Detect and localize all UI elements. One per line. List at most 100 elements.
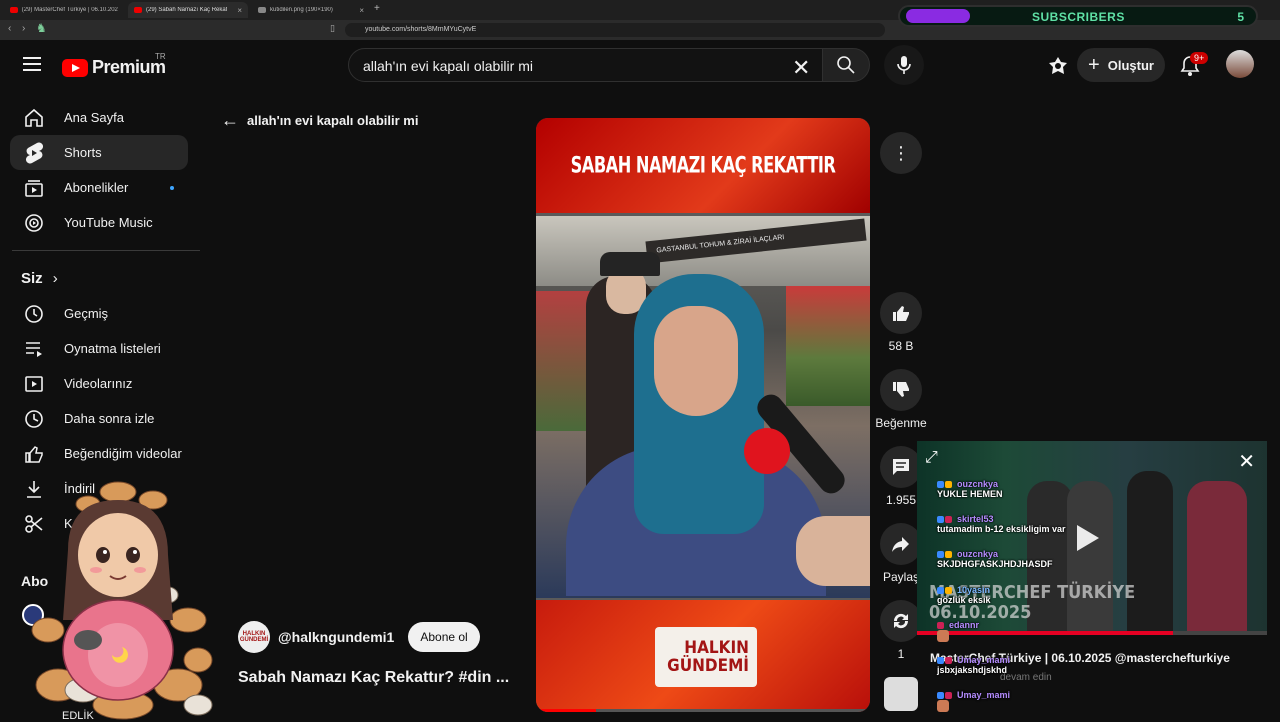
chat-message: ouzcnkya SKJDHGFASKJHDJHASDF bbox=[937, 549, 1053, 569]
sidebar-item-watch-later[interactable]: Daha sonra izle bbox=[10, 401, 188, 436]
subscriber-goal-fill bbox=[906, 9, 970, 23]
remix-button[interactable] bbox=[880, 600, 922, 642]
comments-button[interactable] bbox=[880, 446, 922, 488]
channel-brand-logo: HALKIN GÜNDEMİ bbox=[655, 627, 757, 687]
account-avatar[interactable] bbox=[1226, 50, 1254, 78]
video-progress-bar[interactable] bbox=[536, 709, 870, 712]
siz-heading[interactable]: Siz › bbox=[21, 270, 58, 287]
home-icon bbox=[22, 108, 46, 128]
subscribers-count: 5 bbox=[1237, 10, 1244, 24]
browser-tab[interactable]: kutidilen.png (190×190) × bbox=[252, 2, 370, 18]
menu-icon[interactable] bbox=[23, 53, 41, 75]
arrow-left-icon: ← bbox=[221, 110, 239, 130]
interviewer-hand bbox=[796, 516, 870, 586]
history-icon bbox=[22, 304, 46, 324]
clear-search-icon[interactable]: ✕ bbox=[792, 55, 810, 81]
dislike-button[interactable] bbox=[880, 369, 922, 411]
streamer-avatar-overlay bbox=[31, 481, 213, 720]
chat-message: edannr bbox=[937, 620, 979, 642]
chat-message: 10yasin gözlük eksik bbox=[937, 585, 991, 605]
subscriptions-icon bbox=[22, 178, 46, 198]
thumbs-up-icon bbox=[893, 306, 909, 321]
plus-icon: + bbox=[1088, 53, 1100, 76]
sidebar-item-subscriptions[interactable]: Abonelikler bbox=[10, 170, 188, 205]
video-banner: SABAH NAMAZI KAÇ REKATTIR bbox=[536, 118, 870, 213]
sidebar-item-youtube-music[interactable]: YouTube Music bbox=[10, 205, 188, 240]
close-miniplayer-icon[interactable]: ✕ bbox=[1238, 449, 1255, 474]
youtube-favicon-icon bbox=[10, 7, 18, 13]
create-shorts-icon[interactable] bbox=[1047, 55, 1069, 82]
liked-videos-icon bbox=[22, 444, 46, 464]
sidebar-item-playlists[interactable]: Oynatma listeleri bbox=[10, 331, 188, 366]
new-content-dot bbox=[170, 186, 174, 190]
voice-search-button[interactable] bbox=[884, 45, 924, 85]
search-input[interactable]: allah'ın evi kapalı olabilir mi bbox=[348, 48, 823, 82]
short-title[interactable]: Sabah Namazı Kaç Rekattır? #din ... bbox=[238, 669, 509, 687]
search-button[interactable] bbox=[822, 48, 870, 82]
close-tab-icon[interactable]: × bbox=[237, 6, 242, 15]
channel-row: HALKIN GÜNDEMİ @halkngundemi1 Abone ol bbox=[238, 621, 480, 653]
close-tab-icon[interactable]: × bbox=[359, 6, 364, 15]
youtube-logo-icon bbox=[62, 58, 88, 77]
chat-message: Umay_mami jsbxjakshdjskhd bbox=[937, 655, 1011, 675]
expand-miniplayer-icon[interactable]: ⤢ bbox=[925, 449, 938, 467]
create-button[interactable]: + Oluştur bbox=[1077, 48, 1165, 82]
sidebar-item-history[interactable]: Geçmiş bbox=[10, 296, 188, 331]
image-favicon-icon bbox=[258, 7, 266, 13]
sidebar-item-shorts[interactable]: Shorts bbox=[10, 135, 188, 170]
new-tab-icon[interactable]: + bbox=[374, 3, 380, 14]
subscribe-button[interactable]: Abone ol bbox=[408, 622, 480, 652]
sidebar-item-home[interactable]: Ana Sayfa bbox=[10, 100, 188, 135]
shorts-icon bbox=[22, 142, 46, 164]
chat-message: ouzcnkya YUKLE HEMEN bbox=[937, 479, 1003, 499]
youtube-premium-logo[interactable]: Premium TR bbox=[62, 52, 166, 78]
forward-nav-icon[interactable]: › bbox=[22, 23, 25, 34]
youtube-favicon-icon bbox=[134, 7, 142, 13]
short-video-player[interactable]: SABAH NAMAZI KAÇ REKATTIR GASTANBUL TOHU… bbox=[536, 118, 870, 712]
woman-face bbox=[654, 306, 738, 416]
channel-avatar[interactable]: HALKIN GÜNDEMİ bbox=[238, 621, 270, 653]
man-hat bbox=[600, 252, 660, 276]
your-videos-icon bbox=[22, 374, 46, 394]
browser-tab[interactable]: (29) MasterChef Türkiye | 06.10.2025 bbox=[4, 2, 124, 18]
subscribers-label: SUBSCRIBERS bbox=[1032, 10, 1125, 24]
share-button[interactable] bbox=[880, 523, 922, 565]
chat-message: Umay_mami bbox=[937, 690, 1010, 712]
video-banner-text: SABAH NAMAZI KAÇ REKATTIR bbox=[570, 152, 836, 179]
video-frame: GASTANBUL TOHUM & ZİRAİ İLAÇLARI bbox=[536, 216, 870, 598]
sidebar-divider bbox=[12, 250, 200, 251]
watch-later-icon bbox=[22, 409, 46, 429]
remix-icon bbox=[893, 613, 909, 629]
play-icon[interactable] bbox=[1077, 525, 1099, 551]
browser-tab-active[interactable]: (29) Sabah Namazı Kaç Rekat × bbox=[128, 2, 248, 18]
like-count: 58 B bbox=[888, 339, 914, 353]
flower-stand bbox=[786, 286, 870, 406]
bookmark-icon[interactable]: ▯ bbox=[330, 23, 335, 34]
more-options-button[interactable]: ⋮ bbox=[880, 132, 922, 174]
notification-badge: 9+ bbox=[1190, 52, 1209, 64]
microphone-head bbox=[744, 428, 790, 474]
sidebar-item-liked-videos[interactable]: Beğendiğim videolar bbox=[10, 436, 188, 471]
sound-thumbnail[interactable] bbox=[884, 677, 918, 711]
like-button[interactable] bbox=[880, 292, 922, 334]
video-footer-banner: HALKIN GÜNDEMİ bbox=[536, 600, 870, 712]
channel-name[interactable]: @halkngundemi1 bbox=[278, 629, 394, 645]
share-icon bbox=[892, 537, 909, 552]
comment-icon bbox=[893, 459, 909, 475]
search-icon bbox=[837, 56, 855, 74]
video-progress-fill bbox=[536, 709, 597, 712]
back-nav-icon[interactable]: ‹ bbox=[8, 23, 11, 34]
subscriber-goal-overlay: SUBSCRIBERS 5 bbox=[898, 5, 1258, 27]
microphone-icon bbox=[897, 56, 911, 74]
playlists-icon bbox=[22, 339, 46, 359]
dislike-label: Beğenme bbox=[875, 416, 927, 430]
chat-message: skirtel53 tutamadim b-12 eksikligim var bbox=[937, 514, 1066, 534]
remix-count: 1 bbox=[897, 647, 905, 661]
extension-mascot-icon[interactable]: ♞ bbox=[36, 21, 52, 37]
youtube-music-icon bbox=[22, 213, 46, 233]
sidebar-item-your-videos[interactable]: Videolarınız bbox=[10, 366, 188, 401]
person-figure bbox=[1187, 481, 1247, 631]
chevron-right-icon: › bbox=[52, 270, 58, 287]
url-field[interactable]: youtube.com/shorts/8MmMYuCytvE bbox=[345, 23, 885, 37]
back-to-search[interactable]: ← allah'ın evi kapalı olabilir mi bbox=[221, 110, 418, 131]
